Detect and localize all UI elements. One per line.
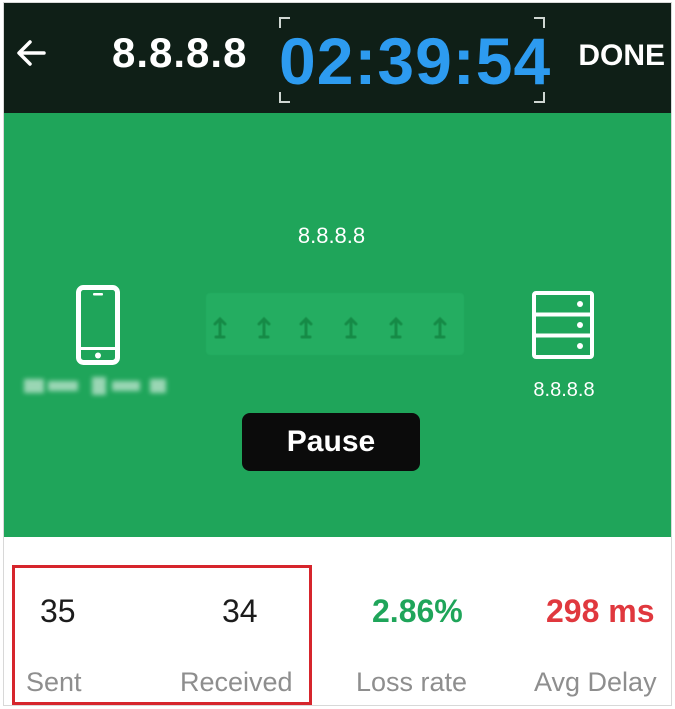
smartphone-icon bbox=[76, 285, 120, 365]
done-button[interactable]: DONE bbox=[578, 39, 665, 73]
arrow-left-icon[interactable] bbox=[14, 33, 50, 73]
ping-visualization: 8.8.8.8 8.8.8.8 Pause bbox=[4, 113, 671, 537]
received-label: Received bbox=[180, 667, 293, 697]
avg-delay-value: 298 ms bbox=[546, 593, 655, 629]
device-address-blurred bbox=[24, 375, 174, 397]
loss-rate-value: 2.86% bbox=[372, 593, 463, 629]
received-count: 34 bbox=[222, 593, 258, 629]
route-host-label: 8.8.8.8 bbox=[297, 223, 366, 248]
top-bar: 8.8.8.8 02:39:54 DONE bbox=[4, 3, 671, 113]
elapsed-timer: 02:39:54 bbox=[279, 17, 552, 103]
ping-stats: 35 Sent 34 Received 2.86% Loss rate 298 … bbox=[4, 537, 671, 705]
server-icon bbox=[532, 291, 594, 359]
timer-value: 02:39:54 bbox=[279, 24, 552, 98]
server-host-label: 8.8.8.8 bbox=[533, 379, 595, 401]
packet-trace-animation bbox=[206, 293, 464, 355]
ping-screen: 8.8.8.8 02:39:54 DONE 8.8.8.8 8.8.8.8 Pa… bbox=[3, 2, 672, 706]
sent-label: Sent bbox=[26, 667, 82, 697]
sent-count: 35 bbox=[40, 593, 76, 629]
header-host: 8.8.8.8 bbox=[112, 29, 248, 76]
pause-button[interactable]: Pause bbox=[242, 413, 420, 471]
loss-rate-label: Loss rate bbox=[356, 667, 468, 697]
avg-delay-label: Avg Delay bbox=[534, 667, 657, 697]
